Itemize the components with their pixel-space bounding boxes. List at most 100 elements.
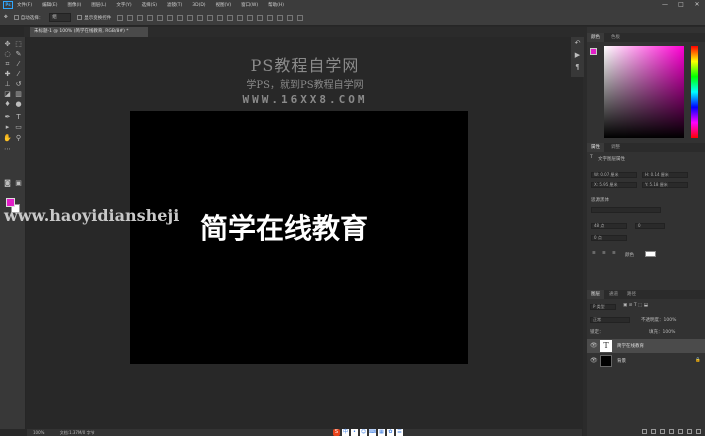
layer-name[interactable]: 背景 [617, 358, 626, 364]
3d-rotate-icon[interactable] [257, 14, 264, 21]
menu-window[interactable]: 窗口(W) [241, 2, 258, 8]
height-field[interactable]: H: 0.14 厘米 [642, 172, 688, 178]
move-tool-icon[interactable]: ✥ [3, 40, 12, 49]
text-color-swatch[interactable] [645, 251, 656, 257]
align-bottom-icon[interactable] [137, 14, 144, 21]
zoom-tool-icon[interactable]: ⚲ [14, 134, 23, 143]
maximize-button[interactable]: □ [673, 0, 689, 10]
type-tool-icon[interactable]: T [14, 113, 23, 122]
3d-pan-icon[interactable] [277, 14, 284, 21]
tab-properties[interactable]: 属性 [587, 143, 604, 152]
path-select-icon[interactable]: ▸ [3, 123, 12, 132]
layer-filter-kind[interactable]: P 类型 [590, 304, 616, 310]
hue-slider[interactable] [691, 46, 698, 138]
menu-file[interactable]: 文件(F) [17, 2, 32, 8]
minimize-button[interactable]: — [657, 0, 673, 10]
menu-layer[interactable]: 图层(L) [91, 2, 106, 8]
3d-scale-icon[interactable] [297, 14, 304, 21]
3d-mode-icon[interactable] [247, 14, 254, 21]
distribute-center-icon[interactable] [217, 14, 224, 21]
align-center-icon[interactable] [157, 14, 164, 21]
font-size-field[interactable]: 48 点 [591, 223, 627, 229]
fill-field[interactable]: 填充：100% [649, 329, 675, 335]
distribute-top-icon[interactable] [177, 14, 184, 21]
align-right-icon[interactable] [167, 14, 174, 21]
layer-style-icon[interactable] [651, 429, 656, 434]
3d-roll-icon[interactable] [267, 14, 274, 21]
new-layer-icon[interactable] [687, 429, 692, 434]
opacity-field[interactable]: 不透明度：100% [641, 317, 676, 323]
layer-filter-icons[interactable]: ▣ ⊘ T ⬚ ⬓ [623, 303, 648, 308]
tab-channels[interactable]: 通道 [605, 290, 622, 299]
link-layers-icon[interactable] [642, 429, 647, 434]
layer-row-text[interactable]: 👁 T 简学在线教育 [587, 339, 705, 353]
canvas-main-text[interactable]: 简学在线教育 [200, 207, 368, 247]
visibility-eye-icon[interactable]: 👁 [590, 342, 598, 349]
align-middle-icon[interactable] [127, 14, 134, 21]
align-top-icon[interactable] [117, 14, 124, 21]
distribute-left-icon[interactable] [207, 14, 214, 21]
screen-mode-icon[interactable]: ▣ [14, 179, 23, 188]
align-center-icon[interactable]: ≡ [602, 251, 606, 256]
more-tools-icon[interactable]: ⋯ [3, 145, 12, 154]
tracking-field[interactable]: 0 [635, 223, 665, 229]
toolbox-icon[interactable]: ▦ [378, 428, 385, 436]
actions-panel-icon[interactable]: ▶ [573, 51, 582, 60]
history-panel-icon[interactable]: ↶ [573, 39, 582, 48]
menu-image[interactable]: 图像(I) [67, 2, 81, 8]
align-left-icon[interactable]: ≡ [592, 251, 596, 256]
width-field[interactable]: W: 0.07 厘米 [591, 172, 637, 178]
distribute-right-icon[interactable] [227, 14, 234, 21]
skin-icon[interactable]: ✿ [387, 428, 394, 436]
color-panel-swatch[interactable] [590, 48, 597, 55]
pen-tool-icon[interactable]: ✒ [3, 113, 12, 122]
keyboard-icon[interactable]: ⌨ [369, 428, 376, 436]
distribute-bottom-icon[interactable] [197, 14, 204, 21]
color-picker-field[interactable] [604, 46, 684, 138]
menu-select[interactable]: 选择(S) [142, 2, 157, 8]
delete-layer-icon[interactable] [696, 429, 701, 434]
menu-edit[interactable]: 编辑(E) [42, 2, 57, 8]
menu-view[interactable]: 视图(V) [216, 2, 232, 8]
tab-adjustments[interactable]: 调整 [607, 143, 624, 152]
menu-help[interactable]: 帮助(H) [268, 2, 284, 8]
layer-row-background[interactable]: 👁 背景 🔒 [587, 354, 705, 368]
move-tool-icon[interactable]: ✥ [4, 15, 8, 20]
3d-slide-icon[interactable] [287, 14, 294, 21]
artboard-tool-icon[interactable]: ⬚ [14, 40, 23, 49]
punctuation-icon[interactable]: • [351, 428, 358, 436]
menu-icon[interactable]: ☰ [396, 428, 403, 436]
font-style-dropdown[interactable] [591, 207, 661, 213]
quick-mask-icon[interactable]: ◙ [3, 179, 12, 188]
auto-select-checkbox[interactable] [13, 15, 19, 20]
blend-mode-dropdown[interactable]: 正常 [590, 317, 630, 323]
show-transform-checkbox[interactable] [77, 15, 83, 20]
paragraph-panel-icon[interactable]: ¶ [573, 63, 582, 72]
rectangle-tool-icon[interactable]: ▭ [14, 123, 23, 132]
menu-type[interactable]: 文字(Y) [116, 2, 131, 8]
document-info[interactable]: 文档:1.37M/0 字节 [60, 430, 95, 435]
emoji-icon[interactable]: ☺ [360, 428, 367, 436]
align-right-icon[interactable]: ≡ [612, 251, 616, 256]
zoom-level[interactable]: 100% [33, 430, 44, 435]
sogou-icon[interactable]: S [333, 428, 340, 436]
x-field[interactable]: X: 5.95 厘米 [591, 182, 637, 188]
align-left-icon[interactable] [147, 14, 154, 21]
auto-select-dropdown[interactable]: 组 [49, 13, 72, 22]
auto-align-icon[interactable] [237, 14, 244, 21]
close-button[interactable]: ✕ [689, 0, 705, 10]
tab-color[interactable]: 颜色 [587, 33, 604, 42]
layer-name[interactable]: 简学在线教育 [617, 343, 644, 349]
document-tab[interactable]: 未标题-1 @ 100% (简学在线教育, RGB/8#) * [30, 27, 148, 37]
tab-swatches[interactable]: 色板 [607, 33, 624, 42]
menu-filter[interactable]: 滤镜(T) [167, 2, 182, 8]
leading-field[interactable]: 0 点 [591, 235, 627, 241]
tab-paths[interactable]: 路径 [623, 290, 640, 299]
distribute-middle-icon[interactable] [187, 14, 194, 21]
tab-layers[interactable]: 图层 [587, 290, 604, 299]
menu-3d[interactable]: 3D(D) [192, 3, 205, 8]
new-group-icon[interactable] [678, 429, 683, 434]
y-field[interactable]: Y: 5.18 厘米 [642, 182, 688, 188]
add-mask-icon[interactable] [660, 429, 665, 434]
ime-mode-icon[interactable]: 中 [342, 428, 349, 436]
